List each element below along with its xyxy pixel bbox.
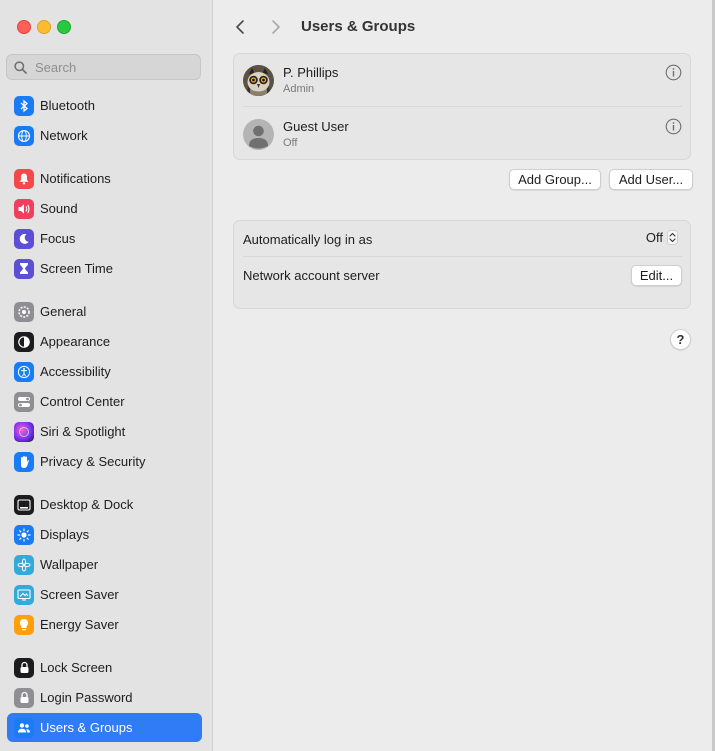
chevron-right-icon — [272, 20, 280, 34]
sidebar-item-label: Sound — [40, 201, 78, 216]
sidebar-item-label: Siri & Spotlight — [40, 424, 126, 439]
appearance-icon — [14, 331, 34, 352]
minimize-window-button[interactable] — [37, 20, 51, 34]
sidebar-item-lock-screen[interactable]: Lock Screen — [7, 653, 202, 682]
sidebar-item-screen-saver[interactable]: Screen Saver — [7, 580, 202, 609]
users-icon — [14, 717, 34, 738]
sidebar-item-label: Focus — [40, 231, 76, 246]
main-content: Users & Groups P. Phillips Admin Guest U… — [213, 0, 712, 751]
search-input[interactable] — [33, 58, 187, 76]
sidebar-item-control-center[interactable]: Control Center — [7, 387, 202, 416]
sidebar-item-users-groups[interactable]: Users & Groups — [7, 713, 202, 742]
network-server-label: Network account server — [243, 268, 380, 283]
close-window-button[interactable] — [17, 20, 31, 34]
chevron-left-icon — [236, 20, 244, 34]
info-button[interactable] — [665, 64, 682, 81]
sidebar-item-appearance[interactable]: Appearance — [7, 327, 202, 356]
zoom-window-button[interactable] — [57, 20, 71, 34]
flower-icon — [14, 554, 34, 575]
sidebar-item-network[interactable]: Network — [7, 121, 202, 150]
sidebar-item-wallpaper[interactable]: Wallpaper — [7, 550, 202, 579]
sidebar-item-label: Screen Time — [40, 261, 113, 276]
user-name: P. Phillips — [283, 65, 339, 80]
help-button[interactable]: ? — [670, 329, 691, 350]
bell-icon — [14, 168, 34, 189]
add-group-button[interactable]: Add Group... — [509, 169, 601, 190]
screensaver-icon — [14, 584, 34, 605]
divider — [243, 106, 682, 107]
sidebar-item-focus[interactable]: Focus — [7, 224, 202, 253]
user-role: Off — [283, 137, 298, 149]
auto-login-label: Automatically log in as — [243, 232, 373, 247]
settings-window: Bluetooth Network Notifications Sound Fo… — [0, 0, 712, 751]
sidebar-item-label: Network — [40, 128, 88, 143]
toggles-icon — [14, 391, 34, 412]
sidebar-item-displays[interactable]: Displays — [7, 520, 202, 549]
sidebar-item-sound[interactable]: Sound — [7, 194, 202, 223]
sidebar-item-privacy-security[interactable]: Privacy & Security — [7, 447, 202, 476]
dock-icon — [14, 494, 34, 515]
sidebar-item-energy-saver[interactable]: Energy Saver — [7, 610, 202, 639]
gear-icon — [14, 301, 34, 322]
sidebar-item-label: Privacy & Security — [40, 454, 146, 469]
sidebar-item-label: Lock Screen — [40, 660, 113, 675]
sidebar-item-label: Bluetooth — [40, 98, 95, 113]
sidebar-item-label: Users & Groups — [40, 720, 133, 735]
user-name: Guest User — [283, 119, 349, 134]
info-icon — [665, 64, 682, 81]
lock-icon — [14, 657, 34, 678]
page-title: Users & Groups — [301, 18, 416, 35]
forward-button[interactable] — [265, 16, 287, 38]
auto-login-popup[interactable]: Off — [646, 230, 678, 245]
sidebar-item-label: Displays — [40, 527, 90, 542]
search-icon — [14, 60, 27, 74]
speaker-icon — [14, 198, 34, 219]
back-button[interactable] — [229, 16, 251, 38]
divider — [243, 256, 682, 257]
sidebar-item-label: General — [40, 304, 87, 319]
sidebar-item-label: Accessibility — [40, 364, 111, 379]
sidebar-item-bluetooth[interactable]: Bluetooth — [7, 91, 202, 120]
sidebar-item-label: Notifications — [40, 171, 111, 186]
sidebar-item-notifications[interactable]: Notifications — [7, 164, 202, 193]
sidebar-item-login-password[interactable]: Login Password — [7, 683, 202, 712]
add-user-button[interactable]: Add User... — [609, 169, 693, 190]
user-row-guest-user[interactable]: Guest User Off — [243, 108, 682, 160]
accessibility-icon — [14, 361, 34, 382]
info-button[interactable] — [665, 118, 682, 135]
sidebar-item-screen-time[interactable]: Screen Time — [7, 254, 202, 283]
moon-icon — [14, 228, 34, 249]
auto-login-value: Off — [645, 230, 663, 245]
lock-icon — [14, 687, 34, 708]
hourglass-icon — [14, 258, 34, 279]
sidebar-item-label: Screen Saver — [40, 587, 119, 602]
bluetooth-icon — [14, 95, 34, 116]
sun-icon — [14, 524, 34, 545]
sidebar-item-accessibility[interactable]: Accessibility — [7, 357, 202, 386]
user-row-p-phillips[interactable]: P. Phillips Admin — [243, 54, 682, 106]
login-settings: Automatically log in as Off Network acco… — [233, 220, 691, 309]
owl-avatar — [243, 65, 274, 96]
sidebar-item-label: Login Password — [40, 690, 133, 705]
default-avatar — [243, 119, 274, 150]
sidebar-item-siri-spotlight[interactable]: Siri & Spotlight — [7, 417, 202, 446]
user-role: Admin — [283, 83, 315, 95]
sidebar-item-general[interactable]: General — [7, 297, 202, 326]
search-field[interactable] — [6, 54, 201, 80]
sidebar-item-label: Control Center — [40, 394, 125, 409]
edit-button[interactable]: Edit... — [631, 265, 682, 286]
sidebar-item-label: Energy Saver — [40, 617, 119, 632]
sidebar: Bluetooth Network Notifications Sound Fo… — [0, 0, 213, 751]
sidebar-item-label: Wallpaper — [40, 557, 99, 572]
hand-icon — [14, 451, 34, 472]
sidebar-item-label: Desktop & Dock — [40, 497, 134, 512]
globe-icon — [14, 125, 34, 146]
sidebar-item-desktop-dock[interactable]: Desktop & Dock — [7, 490, 202, 519]
info-icon — [665, 118, 682, 135]
chevron-updown-icon — [667, 230, 678, 245]
siri-icon — [14, 421, 34, 442]
sidebar-item-label: Appearance — [40, 334, 111, 349]
bulb-icon — [14, 614, 34, 635]
users-list: P. Phillips Admin Guest User Off — [233, 53, 691, 160]
